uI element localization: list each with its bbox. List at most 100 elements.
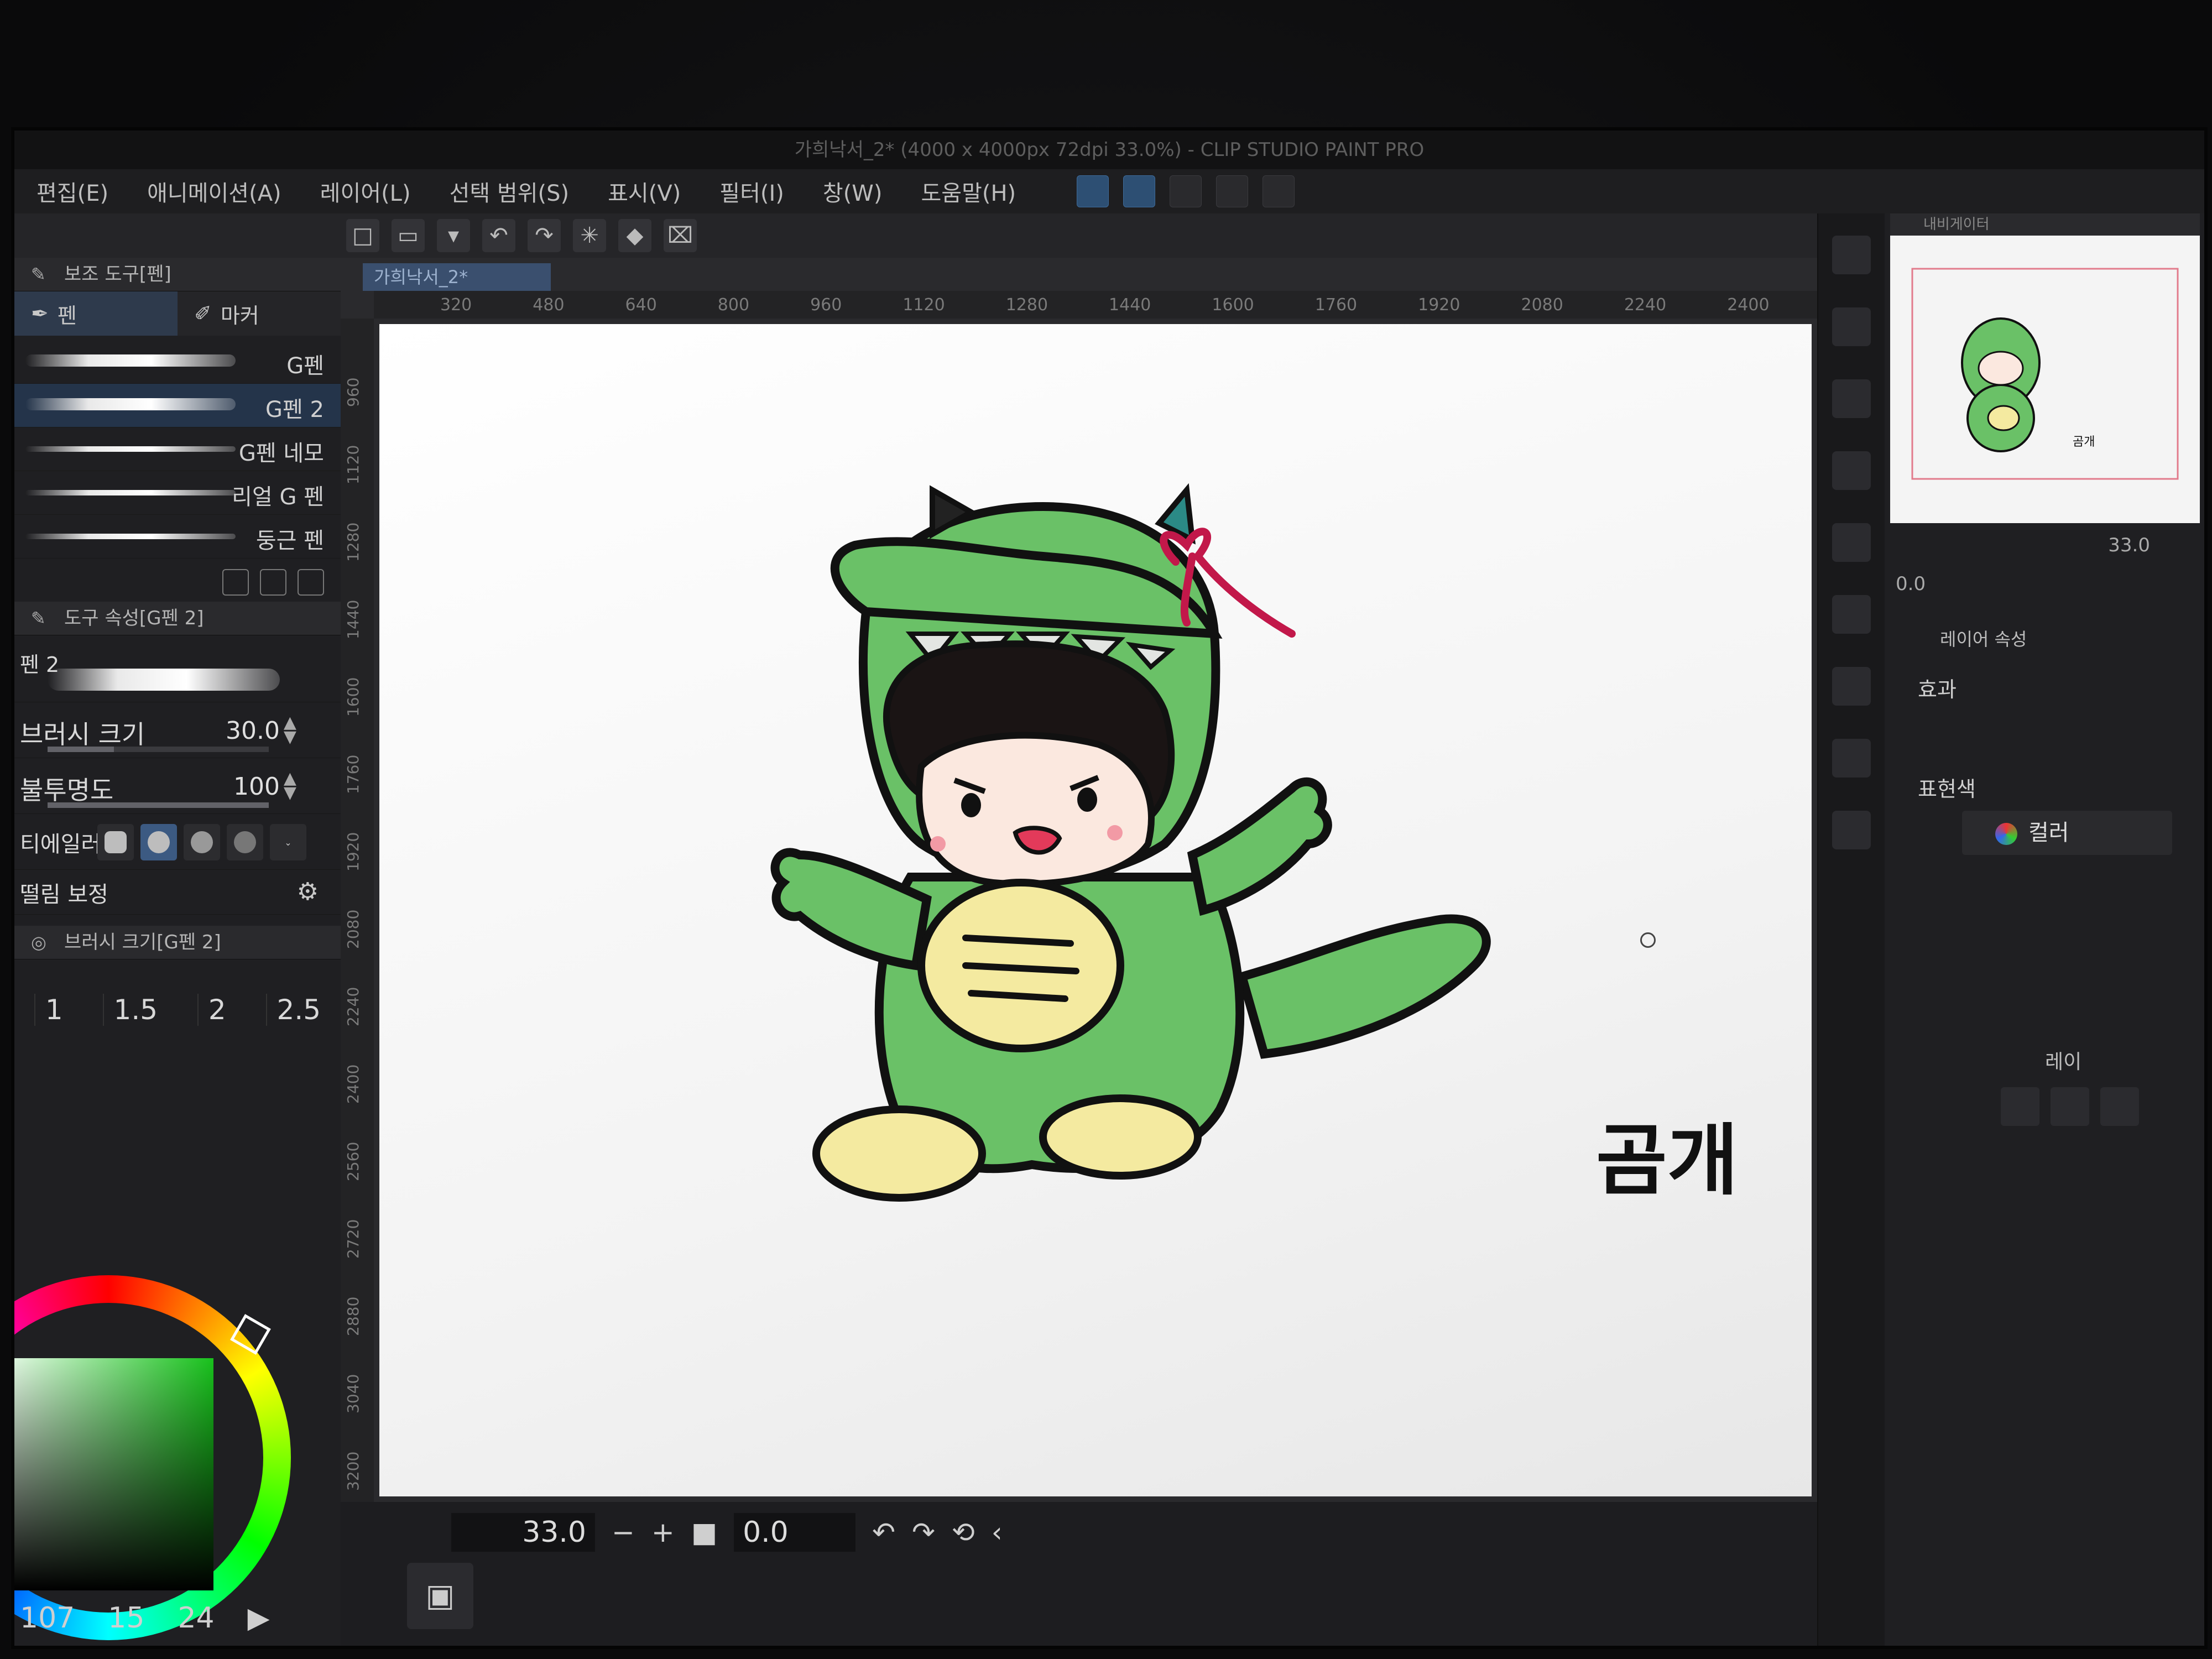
brush-size-slider[interactable]: [48, 747, 269, 752]
brush-item-g-pen-2[interactable]: G펜 2: [14, 384, 341, 427]
brush-tip-clover-icon[interactable]: [97, 824, 134, 860]
layer-toolbar: [2001, 1087, 2200, 1131]
menu-layer[interactable]: 레이어(L): [320, 175, 411, 207]
drawing-canvas[interactable]: 곰개: [379, 324, 1812, 1496]
zoom-field[interactable]: 33.0: [451, 1513, 595, 1552]
opacity-property[interactable]: 불투명도 100 ▲ ▼: [14, 758, 341, 814]
brush-size-preset[interactable]: 2.5: [265, 994, 321, 1026]
zoom-out-icon[interactable]: −: [612, 1516, 635, 1548]
tablet-icon[interactable]: [1216, 175, 1249, 207]
transform-icon[interactable]: [1832, 379, 1871, 418]
folder-icon[interactable]: [1832, 667, 1871, 706]
menu-selection[interactable]: 선택 범위(S): [450, 175, 570, 207]
ruler-tick-label: 1280: [1005, 295, 1048, 315]
stabilization-property[interactable]: 떨림 보정 ⚙: [14, 870, 341, 915]
brush-size-preset[interactable]: 2: [197, 994, 226, 1026]
pen-mode-2-icon[interactable]: [1123, 175, 1156, 207]
ruler-tick-label: 1120: [902, 295, 945, 315]
pencil-icon[interactable]: [1170, 175, 1202, 207]
frame-counter: 15: [108, 1601, 145, 1635]
fit-icon[interactable]: ■: [691, 1516, 717, 1548]
character-blush-right: [1107, 825, 1123, 841]
duplicate-icon[interactable]: [260, 569, 286, 596]
tab-marker[interactable]: ✐ 마커: [178, 291, 341, 336]
opacity-value[interactable]: 100: [233, 773, 280, 801]
chevron-down-icon[interactable]: ⌄: [270, 824, 306, 860]
import-icon[interactable]: [222, 569, 249, 596]
document-tab[interactable]: 가희낙서_2*: [363, 263, 551, 291]
transform-icon[interactable]: ⌧: [664, 219, 697, 252]
menu-edit[interactable]: 편집(E): [36, 175, 108, 207]
brush-size-preset[interactable]: 1.5: [102, 994, 158, 1026]
brush-name: G펜 2: [265, 397, 324, 422]
opacity-slider[interactable]: [48, 802, 269, 808]
expression-color-button[interactable]: 컬러: [1962, 811, 2172, 855]
brush-size-value[interactable]: 30.0: [226, 717, 280, 745]
clip-icon[interactable]: [2100, 1087, 2139, 1126]
new-file-icon[interactable]: □: [346, 219, 379, 252]
window-title: 가희낙서_2* (4000 x 4000px 72dpi 33.0%) - CL…: [14, 131, 2204, 169]
brush-item-g-pen[interactable]: G펜: [14, 340, 341, 384]
navigator-preview[interactable]: 곰개: [1890, 236, 2200, 523]
brush-size-label: 브러시 크기: [20, 719, 145, 749]
export-icon[interactable]: [1832, 811, 1871, 849]
menu-animation[interactable]: 애니메이션(A): [147, 175, 281, 207]
rotation-field[interactable]: 0.0: [734, 1513, 856, 1552]
open-folder-icon[interactable]: ▭: [392, 219, 425, 252]
spinner-icon[interactable]: ▲ ▼: [284, 770, 296, 801]
reset-rotation-icon[interactable]: ⟲: [952, 1516, 975, 1548]
pen-mode-icon[interactable]: [1077, 175, 1109, 207]
frame-counter: 107: [20, 1601, 75, 1635]
brush-tip-round-icon[interactable]: [140, 824, 177, 860]
effect-label: 효과: [1918, 677, 1957, 702]
menu-window[interactable]: 창(W): [823, 175, 883, 207]
ruler-tick-label: 2080: [1521, 295, 1563, 315]
brush-size-property[interactable]: 브러시 크기 30.0 ▲ ▼: [14, 702, 341, 758]
preview-stroke: [48, 669, 280, 691]
settings-icon[interactable]: [1262, 175, 1295, 207]
brush-item-round-pen[interactable]: 둥근 펜: [14, 515, 341, 559]
status-bar: 33.0 − + ■ 0.0 ↶ ↷ ⟲ ‹ ▣: [341, 1502, 1817, 1646]
rotate-right-icon[interactable]: ↷: [912, 1516, 935, 1548]
save-icon[interactable]: ▾: [437, 219, 470, 252]
brush-size-preset[interactable]: 1: [34, 994, 63, 1026]
image-icon[interactable]: [1832, 739, 1871, 778]
fill-icon[interactable]: ◆: [618, 219, 651, 252]
navigator-title: 내비게이터: [1890, 213, 2200, 236]
wrench-icon[interactable]: ⚙: [297, 878, 319, 906]
brush-item-g-pen-square[interactable]: G펜 네모: [14, 427, 341, 471]
undo-icon[interactable]: ↶: [482, 219, 515, 252]
ruler-tick-label: 1600: [344, 677, 362, 717]
material-icon[interactable]: [1832, 523, 1871, 562]
rotate-left-icon[interactable]: ↶: [872, 1516, 895, 1548]
blend-mode-select[interactable]: [2001, 1087, 2039, 1126]
history-icon[interactable]: [1832, 595, 1871, 634]
chevron-left-icon[interactable]: ‹: [992, 1516, 1003, 1548]
ruler-tick-label: 960: [344, 377, 362, 407]
layer-icon[interactable]: [1832, 307, 1871, 346]
spinner-icon[interactable]: ▲ ▼: [284, 714, 296, 745]
brush-item-real-g-pen[interactable]: 리얼 G 펜: [14, 471, 341, 515]
saturation-value-square[interactable]: [14, 1358, 213, 1590]
panel-toggle-icon[interactable]: ▣: [407, 1563, 473, 1629]
navigator-zoom[interactable]: 33.0: [2108, 534, 2150, 556]
play-icon[interactable]: ▶: [248, 1601, 270, 1635]
trash-icon[interactable]: [298, 569, 324, 596]
menu-help[interactable]: 도움말(H): [921, 175, 1016, 207]
ruler-tool-icon[interactable]: [1832, 236, 1871, 274]
menu-bar: 편집(E) 애니메이션(A) 레이어(L) 선택 범위(S) 표시(V) 필터(…: [14, 169, 2204, 213]
lock-icon[interactable]: [2051, 1087, 2089, 1126]
brush-size-panel-title: 브러시 크기[G펜 2]: [64, 931, 221, 953]
menu-filter[interactable]: 필터(I): [719, 175, 784, 207]
opacity-label: 불투명도: [20, 775, 114, 805]
ruler-tick-label: 2400: [344, 1064, 362, 1104]
grid-icon[interactable]: [1832, 451, 1871, 490]
brush-tip-soft-icon[interactable]: [184, 824, 220, 860]
tab-pen[interactable]: ✒ 펜: [14, 291, 178, 336]
zoom-in-icon[interactable]: +: [651, 1516, 675, 1548]
brush-tip-blur-icon[interactable]: [227, 824, 263, 860]
redo-icon[interactable]: ↷: [528, 219, 561, 252]
menu-view[interactable]: 표시(V): [608, 175, 681, 207]
navigator-angle[interactable]: 0.0: [1896, 573, 1926, 595]
menu-quick-icons: [1077, 175, 1295, 207]
